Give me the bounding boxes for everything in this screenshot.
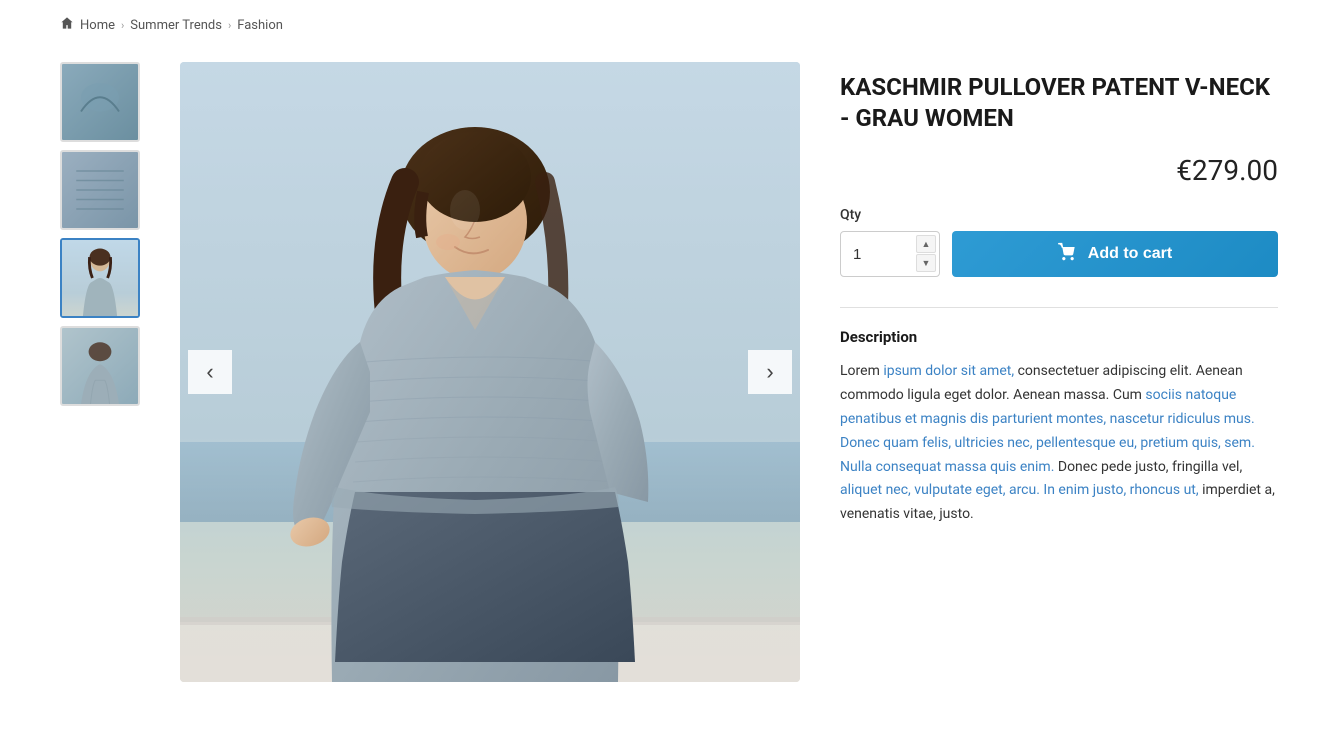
add-to-cart-label: Add to cart xyxy=(1088,245,1172,263)
qty-spinners: ▲ ▼ xyxy=(916,235,936,272)
thumbnail-4[interactable] xyxy=(60,326,140,406)
product-layout: ‹ › KASCHMIR PULLOVER PATENT V-NECK - GR… xyxy=(60,62,1278,682)
next-arrow-icon: › xyxy=(766,359,773,385)
home-icon xyxy=(60,16,74,34)
description-title: Description xyxy=(840,328,1278,346)
qty-input-wrapper: ▲ ▼ xyxy=(840,231,940,277)
qty-cart-row: ▲ ▼ Add to cart xyxy=(840,231,1278,277)
prev-image-button[interactable]: ‹ xyxy=(188,350,232,394)
description-text: Lorem ipsum dolor sit amet, consectetuer… xyxy=(840,360,1278,527)
desc-link-3[interactable]: quis enim. xyxy=(990,459,1054,475)
breadcrumb: Home › Summer Trends › Fashion xyxy=(60,16,1278,34)
thumbnail-list xyxy=(60,62,140,406)
product-title: KASCHMIR PULLOVER PATENT V-NECK - GRAU W… xyxy=(840,72,1278,134)
qty-label: Qty xyxy=(840,207,1278,223)
product-price: €279.00 xyxy=(840,154,1278,187)
main-product-image: ‹ › xyxy=(180,62,800,682)
breadcrumb-summer-trends-link[interactable]: Summer Trends xyxy=(130,18,222,33)
qty-increment-button[interactable]: ▲ xyxy=(916,235,936,253)
add-to-cart-button[interactable]: Add to cart xyxy=(952,231,1278,277)
next-image-button[interactable]: › xyxy=(748,350,792,394)
desc-link-1[interactable]: ipsum dolor sit amet, xyxy=(883,363,1014,379)
thumbnail-2[interactable] xyxy=(60,150,140,230)
page-wrapper: Home › Summer Trends › Fashion xyxy=(0,0,1338,722)
breadcrumb-sep-1: › xyxy=(121,19,124,32)
cart-icon xyxy=(1058,242,1078,267)
qty-decrement-button[interactable]: ▼ xyxy=(916,254,936,272)
breadcrumb-current: Fashion xyxy=(237,18,283,33)
thumbnail-1[interactable] xyxy=(60,62,140,142)
product-info-panel: KASCHMIR PULLOVER PATENT V-NECK - GRAU W… xyxy=(840,62,1278,527)
breadcrumb-sep-2: › xyxy=(228,19,231,32)
desc-link-4[interactable]: aliquet nec, vulputate eget, arcu. In en… xyxy=(840,482,1199,498)
prev-arrow-icon: ‹ xyxy=(206,359,213,385)
breadcrumb-home-link[interactable]: Home xyxy=(80,18,115,33)
section-divider xyxy=(840,307,1278,308)
thumbnail-3[interactable] xyxy=(60,238,140,318)
